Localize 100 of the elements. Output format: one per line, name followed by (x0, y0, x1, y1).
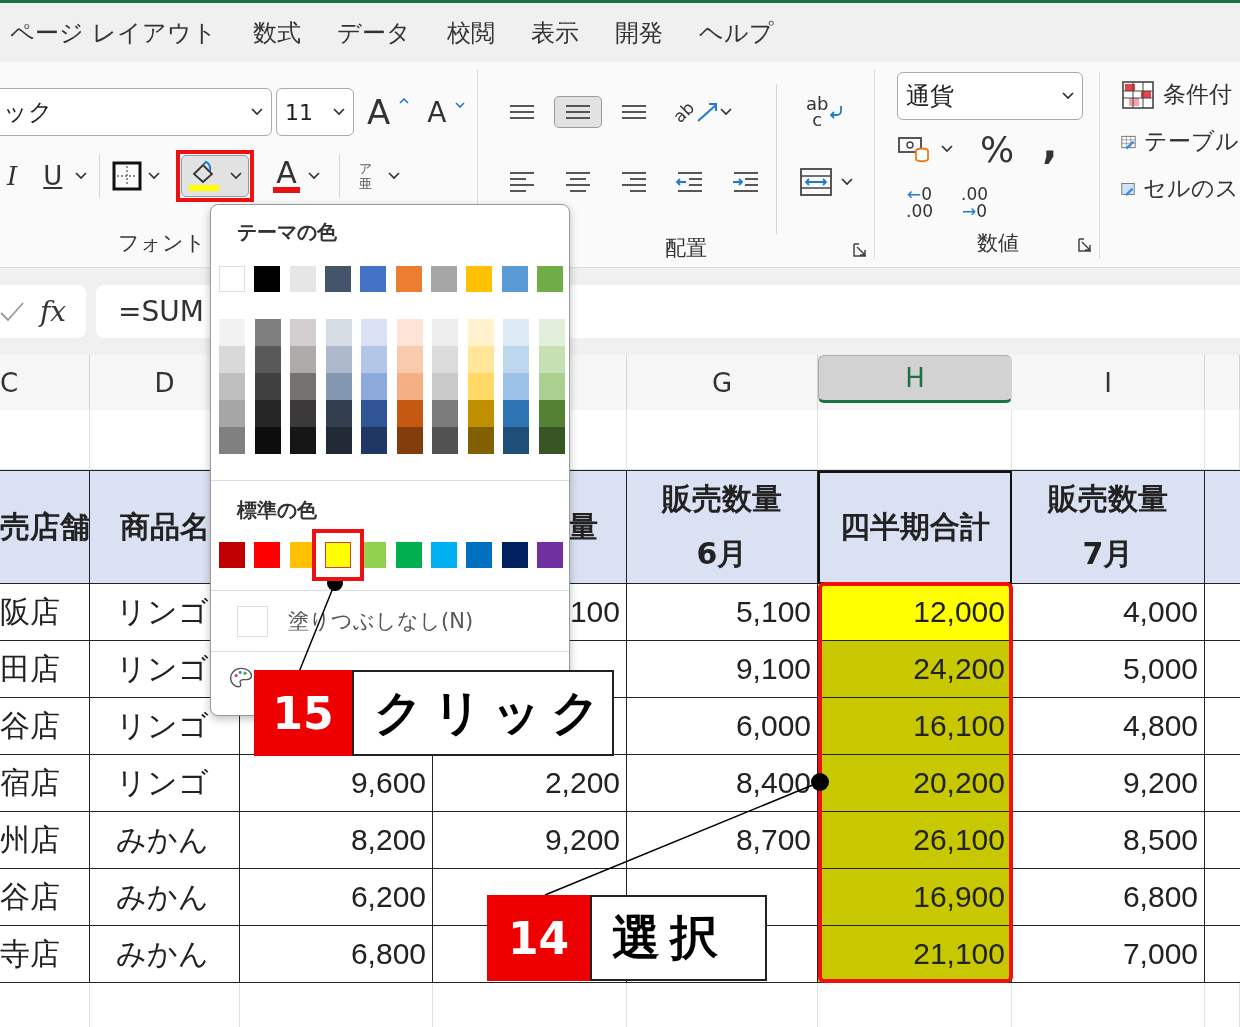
color-swatch[interactable] (360, 266, 387, 292)
color-swatch[interactable] (361, 427, 387, 454)
color-swatch[interactable] (219, 400, 245, 427)
ribbon-tab[interactable]: 数式 (246, 16, 307, 49)
color-swatch[interactable] (325, 427, 352, 454)
color-swatch[interactable] (503, 319, 529, 346)
decrease-decimal-button[interactable]: .00 →0 (952, 185, 998, 221)
color-swatch[interactable] (501, 266, 528, 292)
color-swatch[interactable] (538, 319, 565, 346)
color-swatch[interactable] (219, 319, 245, 346)
color-swatch[interactable] (325, 266, 351, 292)
color-swatch[interactable] (325, 346, 352, 373)
color-swatch[interactable] (503, 346, 529, 373)
font-size-dropdown[interactable]: 11 (276, 88, 354, 136)
dialog-launcher-icon[interactable] (1077, 237, 1093, 253)
color-swatch[interactable] (466, 542, 493, 568)
color-swatch[interactable] (396, 346, 423, 373)
font-name-dropdown[interactable]: ック (0, 88, 272, 136)
color-swatch[interactable] (219, 542, 245, 568)
column-header[interactable]: I (1012, 355, 1205, 410)
phonetic-button[interactable]: ア 亜 (351, 156, 407, 196)
color-swatch[interactable] (467, 400, 494, 427)
color-swatch[interactable] (503, 400, 529, 427)
color-swatch[interactable] (432, 400, 458, 427)
color-swatch[interactable] (538, 400, 565, 427)
column-header[interactable]: H (818, 355, 1012, 403)
color-swatch[interactable] (361, 373, 387, 400)
ribbon-tab[interactable]: データ (330, 16, 417, 49)
ribbon-tab[interactable]: ヘルプ (692, 16, 780, 49)
style-button[interactable]: セルのス (1120, 172, 1240, 205)
increase-decimal-button[interactable]: ←0 .00 (897, 185, 943, 221)
italic-button[interactable]: I (0, 156, 25, 196)
number-format-dropdown[interactable]: 通貨 (897, 72, 1083, 120)
underline-button[interactable]: U (36, 156, 70, 196)
color-swatch[interactable] (538, 373, 565, 400)
color-swatch[interactable] (325, 319, 352, 346)
color-swatch[interactable] (396, 373, 423, 400)
color-swatch[interactable] (432, 346, 458, 373)
color-swatch[interactable] (290, 346, 316, 373)
color-swatch[interactable] (503, 427, 529, 454)
color-swatch[interactable] (396, 400, 423, 427)
percent-button[interactable]: % (973, 127, 1022, 171)
style-button[interactable]: 条件付 (1120, 78, 1240, 111)
color-swatch[interactable] (501, 542, 528, 568)
color-swatch[interactable] (431, 266, 457, 292)
color-swatch[interactable] (290, 373, 316, 400)
comma-style-button[interactable]: , (1031, 128, 1059, 170)
ribbon-tab[interactable]: 表示 (524, 16, 585, 49)
color-swatch[interactable] (361, 346, 387, 373)
color-swatch[interactable] (466, 266, 493, 292)
color-swatch[interactable] (325, 373, 352, 400)
color-swatch[interactable] (290, 427, 316, 454)
color-swatch[interactable] (431, 542, 457, 568)
color-swatch[interactable] (325, 400, 352, 427)
color-swatch[interactable] (396, 319, 423, 346)
dialog-launcher-icon[interactable] (852, 242, 868, 258)
ribbon-tab[interactable]: 校閲 (440, 16, 501, 49)
check-icon[interactable] (0, 300, 24, 323)
color-swatch[interactable] (395, 266, 422, 292)
color-swatch[interactable] (290, 400, 316, 427)
color-swatch[interactable] (537, 542, 563, 568)
color-swatch[interactable] (467, 346, 494, 373)
column-header[interactable]: C (0, 355, 90, 410)
color-swatch[interactable] (432, 319, 458, 346)
color-swatch[interactable] (289, 266, 316, 292)
color-swatch[interactable] (254, 427, 281, 454)
color-swatch[interactable] (254, 400, 281, 427)
font-color-button[interactable]: A (266, 154, 327, 198)
color-swatch[interactable] (538, 427, 565, 454)
palette-icon[interactable] (229, 666, 253, 690)
color-swatch[interactable] (254, 319, 281, 346)
color-swatch[interactable] (219, 346, 245, 373)
ribbon-tab[interactable]: 開発 (608, 16, 669, 49)
color-swatch[interactable] (254, 266, 281, 292)
color-swatch[interactable] (395, 542, 422, 568)
color-swatch[interactable] (361, 319, 387, 346)
color-swatch[interactable] (290, 319, 316, 346)
color-swatch[interactable] (538, 346, 565, 373)
color-swatch[interactable] (467, 427, 494, 454)
insert-function-button[interactable]: fx (40, 295, 67, 328)
middle-align-button[interactable] (554, 96, 602, 128)
color-swatch[interactable] (361, 400, 387, 427)
orientation-button[interactable]: ab (666, 96, 740, 128)
color-swatch[interactable] (325, 542, 351, 568)
color-swatch[interactable] (432, 373, 458, 400)
color-swatch[interactable] (537, 266, 563, 292)
color-swatch[interactable] (254, 542, 281, 568)
color-swatch[interactable] (254, 346, 281, 373)
color-swatch[interactable] (219, 373, 245, 400)
color-swatch[interactable] (467, 373, 494, 400)
grow-font-button[interactable]: A (362, 91, 415, 133)
color-swatch[interactable] (254, 373, 281, 400)
color-swatch[interactable] (467, 319, 494, 346)
shrink-font-button[interactable]: A (422, 94, 471, 130)
style-button[interactable]: テーブル (1120, 125, 1240, 158)
wrap-text-button[interactable]: ab c (799, 91, 852, 133)
ribbon-tab[interactable]: ページ レイアウト (4, 16, 223, 49)
color-swatch[interactable] (432, 427, 458, 454)
color-swatch[interactable] (396, 427, 423, 454)
color-swatch[interactable] (503, 373, 529, 400)
